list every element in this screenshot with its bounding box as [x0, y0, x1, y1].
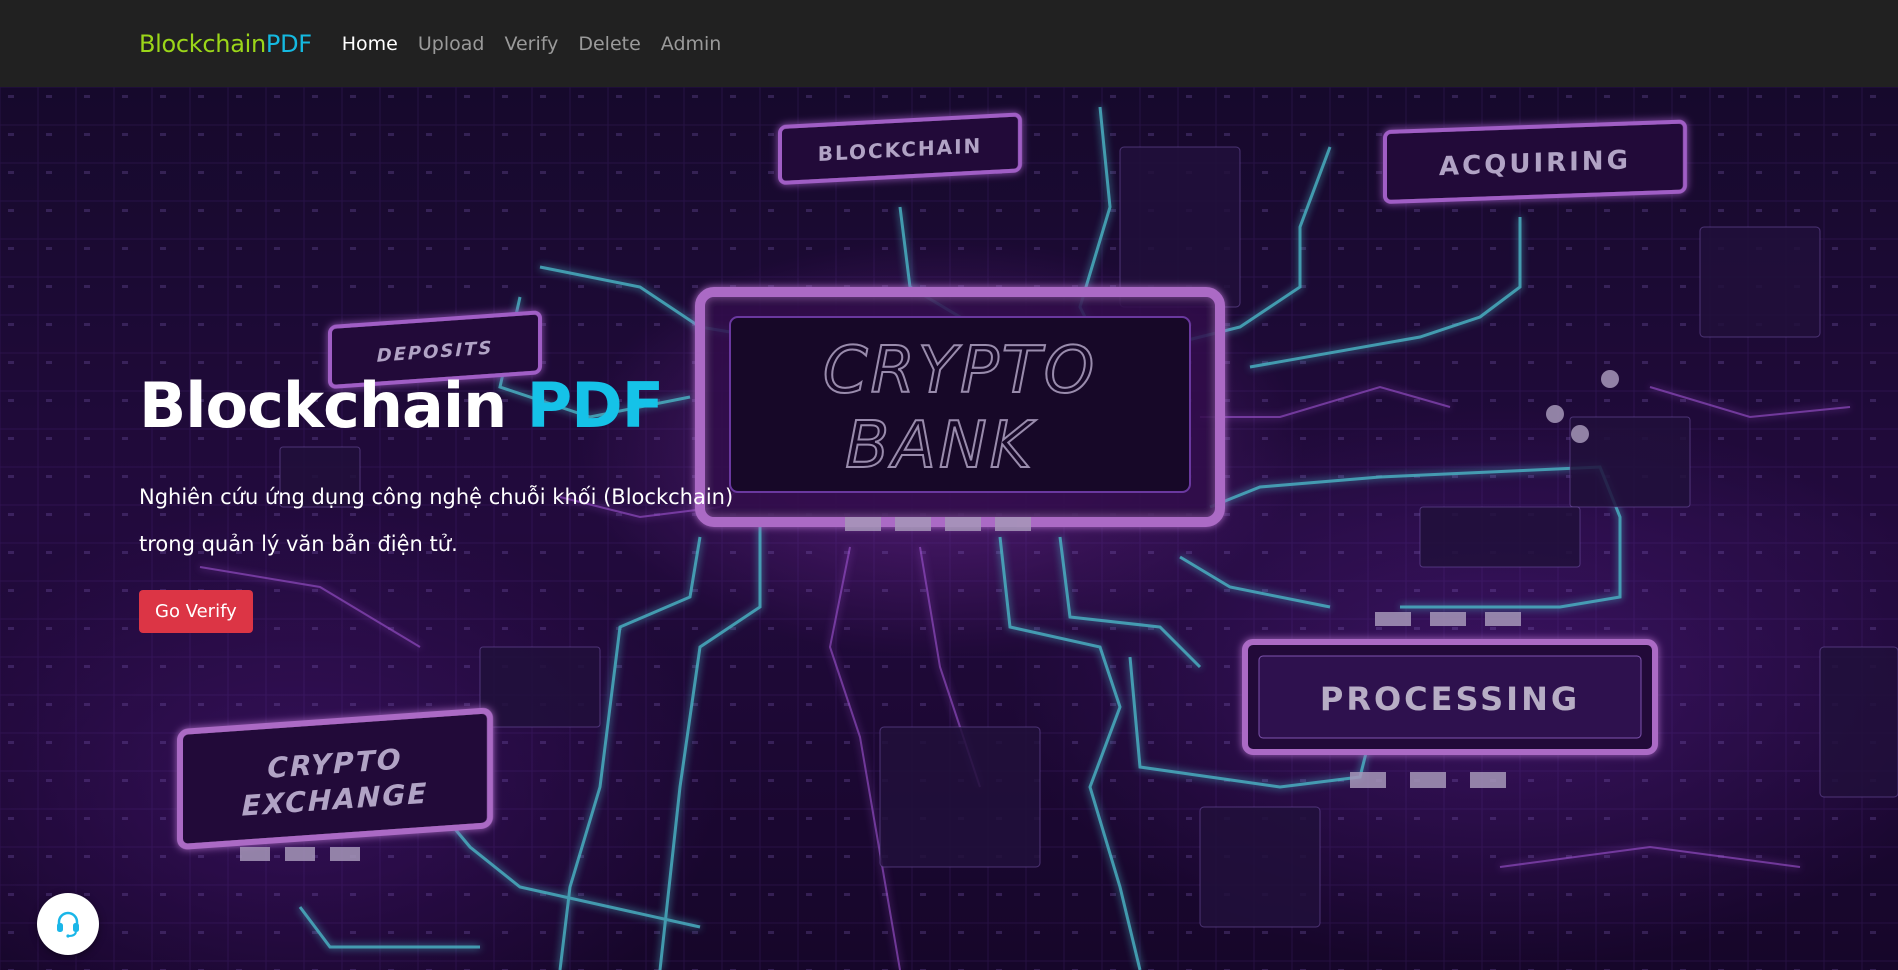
nav-link-delete[interactable]: Delete: [578, 33, 640, 55]
hero-content: Blockchain PDF Nghiên cứu ứng dụng công …: [139, 369, 779, 634]
hero-title-pdf: PDF: [526, 369, 664, 442]
brand-text-blockchain: Blockchain: [139, 29, 266, 58]
nav-link-upload[interactable]: Upload: [418, 33, 485, 55]
hero-description-line-1: Nghiên cứu ứng dụng công nghệ chuỗi khối…: [139, 485, 734, 510]
nav-link-admin[interactable]: Admin: [661, 33, 722, 55]
brand-logo[interactable]: BlockchainPDF: [139, 30, 312, 58]
hero-title-blockchain: Blockchain: [139, 369, 527, 442]
headset-icon: [57, 911, 79, 938]
nav-links: Home Upload Verify Delete Admin: [342, 33, 742, 55]
hero-section: BLOCKCHAIN ACQUIRING DEPOSITS CRYPTO BAN…: [0, 87, 1898, 970]
nav-link-home[interactable]: Home: [342, 33, 398, 55]
hero-description: Nghiên cứu ứng dụng công nghệ chuỗi khối…: [139, 474, 779, 568]
hero-title: Blockchain PDF: [139, 369, 779, 442]
go-verify-button[interactable]: Go Verify: [139, 590, 253, 634]
hero-description-line-2: trong quản lý văn bản điện tử.: [139, 532, 458, 557]
brand-text-pdf: PDF: [265, 29, 312, 58]
nav-link-verify[interactable]: Verify: [504, 33, 558, 55]
support-chat-button[interactable]: [37, 893, 99, 955]
top-navbar: BlockchainPDF Home Upload Verify Delete …: [0, 0, 1898, 87]
